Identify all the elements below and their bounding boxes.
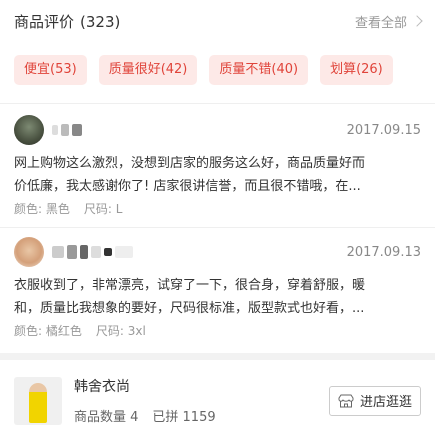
reviews-title-label: 商品评价 xyxy=(14,12,75,31)
chevron-right-icon xyxy=(411,15,423,27)
review-content[interactable]: 网上购物这么激烈，没想到店家的服务这么好，商品质量好而 价低廉，我太感谢你了! … xyxy=(14,152,421,198)
review-user xyxy=(14,237,133,267)
tag-good-quality[interactable]: 质量不错(40) xyxy=(209,55,309,85)
avatar xyxy=(14,115,44,145)
avatar xyxy=(14,237,44,267)
review-content-line: 和，质量比我想象的要好，尺码很标准，版型款式也好看，... xyxy=(14,301,365,316)
shop-name: 韩舍衣尚 xyxy=(74,379,130,395)
review-meta: 颜色: 黑色 尺码: L xyxy=(14,200,421,217)
tag-cheap[interactable]: 便宜(53) xyxy=(14,55,87,85)
shop-product-count: 商品数量 4 xyxy=(74,410,139,425)
visit-shop-button[interactable]: 进店逛逛 xyxy=(328,385,421,416)
review-content-line: 衣服收到了，非常漂亮，试穿了一下，很合身，穿着舒服，暖 xyxy=(14,278,366,293)
see-all-label: 查看全部 xyxy=(354,15,407,31)
review-size: 尺码: L xyxy=(83,202,123,216)
review-content-line: 网上购物这么激烈，没想到店家的服务这么好，商品质量好而 xyxy=(14,156,366,171)
tag-great-quality[interactable]: 质量很好(42) xyxy=(98,55,198,85)
shop-sold-count: 已拼 1159 xyxy=(152,410,216,425)
review-meta: 颜色: 橘红色 尺码: 3xl xyxy=(14,322,421,339)
review-color: 颜色: 橘红色 xyxy=(14,324,82,338)
review-date: 2017.09.13 xyxy=(346,244,421,260)
tag-worth-it[interactable]: 划算(26) xyxy=(320,55,393,85)
username-obscured xyxy=(52,124,82,136)
shop-info: 韩舍衣尚 商品数量 4 已拼 1159 xyxy=(74,376,329,425)
reviews-section: 商品评价 (323) 查看全部 便宜(53) 质量很好(42) 质量不错(40) … xyxy=(0,0,435,353)
reviews-count: (323) xyxy=(80,12,121,31)
visit-shop-label: 进店逛逛 xyxy=(359,395,412,410)
store-icon xyxy=(338,394,354,407)
username-obscured xyxy=(52,245,133,259)
review-tags: 便宜(53) 质量很好(42) 质量不错(40) 划算(26) xyxy=(0,42,435,85)
review-date: 2017.09.15 xyxy=(346,122,421,138)
see-all-link[interactable]: 查看全部 xyxy=(354,12,423,31)
review-size: 尺码: 3xl xyxy=(95,324,146,338)
review-item: 2017.09.15 网上购物这么激烈，没想到店家的服务这么好，商品质量好而 价… xyxy=(0,104,435,217)
review-content[interactable]: 衣服收到了，非常漂亮，试穿了一下，很合身，穿着舒服，暖 和，质量比我想象的要好，… xyxy=(14,274,421,320)
review-color: 颜色: 黑色 xyxy=(14,202,70,216)
review-item: 2017.09.13 衣服收到了，非常漂亮，试穿了一下，很合身，穿着舒服，暖 和… xyxy=(0,227,435,339)
reviews-title: 商品评价 (323) xyxy=(14,11,120,32)
reviews-header[interactable]: 商品评价 (323) 查看全部 xyxy=(0,0,435,42)
review-content-line: 价低廉，我太感谢你了! 店家很讲信誉，而且很不错哦，在... xyxy=(14,179,361,194)
shop-logo xyxy=(14,376,62,425)
shop-card[interactable]: 韩舍衣尚 商品数量 4 已拼 1159 进店逛逛 xyxy=(0,360,435,441)
review-user xyxy=(14,115,82,145)
shop-stats: 商品数量 4 已拼 1159 xyxy=(74,406,329,425)
